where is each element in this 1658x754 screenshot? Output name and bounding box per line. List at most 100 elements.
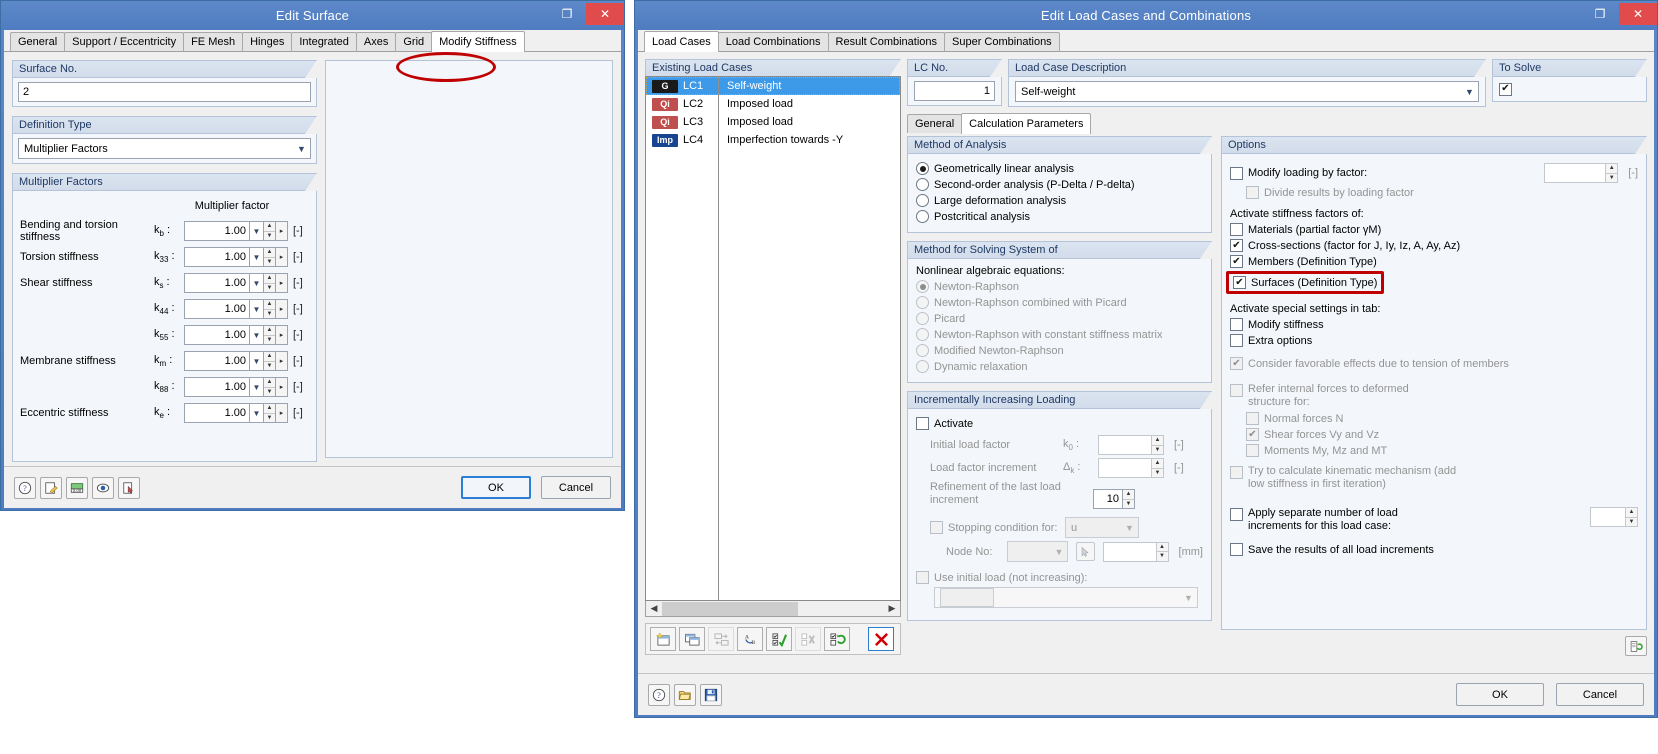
subtab-general[interactable]: General xyxy=(907,114,963,133)
mf-spin-ke[interactable]: 1.00 ▼ ▲ ▼ ▸ xyxy=(184,403,288,423)
mf-spin-ks[interactable]: 1.00 ▼ ▲ ▼ ▸ xyxy=(184,273,288,293)
close-icon[interactable]: ✕ xyxy=(586,3,624,25)
tab-axes[interactable]: Axes xyxy=(355,32,397,51)
list-item[interactable]: G LC1 Self-weight xyxy=(646,77,900,95)
list-item[interactable]: Qi LC3 Imposed load xyxy=(646,113,900,131)
tab-modify-stiffness[interactable]: Modify Stiffness xyxy=(431,31,525,52)
restore-button[interactable]: ❐ xyxy=(1581,3,1619,25)
definition-type-select[interactable]: Multiplier Factors ▼ xyxy=(18,138,311,159)
mf-value-k44[interactable]: 1.00 xyxy=(184,299,250,319)
stepper-k33[interactable]: ▲ ▼ xyxy=(264,247,276,267)
restore-button[interactable]: ❐ xyxy=(548,3,586,25)
scroll-thumb[interactable] xyxy=(662,601,798,616)
delete-icon[interactable] xyxy=(868,627,894,651)
modify-stiffness-checkbox[interactable] xyxy=(1230,318,1243,331)
ok-button[interactable]: OK xyxy=(1456,683,1544,706)
stiffness-members-row[interactable]: Members (Definition Type) xyxy=(1230,255,1638,268)
mf-value-ks[interactable]: 1.00 xyxy=(184,273,250,293)
radio-large-deformation[interactable]: Large deformation analysis xyxy=(916,194,1203,207)
units-icon[interactable]: 0.00 xyxy=(66,476,88,499)
edit-load-cases-titlebar[interactable]: Edit Load Cases and Combinations ❐ ✕ xyxy=(635,1,1657,30)
scroll-track[interactable] xyxy=(662,601,884,616)
more-ks[interactable]: ▸ xyxy=(276,273,288,293)
mf-value-kb[interactable]: 1.00 xyxy=(184,221,250,241)
stepper-kb[interactable]: ▲ ▼ xyxy=(264,221,276,241)
tab-integrated[interactable]: Integrated xyxy=(291,32,357,51)
tab-super-combinations[interactable]: Super Combinations xyxy=(944,32,1060,51)
more-km[interactable]: ▸ xyxy=(276,351,288,371)
refinement-input[interactable]: 10 xyxy=(1093,489,1123,509)
edit-icon[interactable] xyxy=(40,476,62,499)
more-k55[interactable]: ▸ xyxy=(276,325,288,345)
save-results-row[interactable]: Save the results of all load increments xyxy=(1230,543,1638,556)
modify-loading-checkbox[interactable] xyxy=(1230,166,1243,180)
close-icon[interactable]: ✕ xyxy=(1619,3,1657,25)
mf-value-k55[interactable]: 1.00 xyxy=(184,325,250,345)
select-all-icon[interactable] xyxy=(766,627,792,651)
lc-no-input[interactable]: 1 xyxy=(914,81,995,101)
rename-icon[interactable]: AB xyxy=(737,627,763,651)
radio-postcritical[interactable]: Postcritical analysis xyxy=(916,210,1203,223)
tab-fe-mesh[interactable]: FE Mesh xyxy=(183,32,244,51)
stepper-ks[interactable]: ▲ ▼ xyxy=(264,273,276,293)
stepper-k44[interactable]: ▲ ▼ xyxy=(264,299,276,319)
tab-hinges[interactable]: Hinges xyxy=(242,32,293,51)
scroll-right-icon[interactable]: ▶ xyxy=(884,603,900,614)
cancel-button[interactable]: Cancel xyxy=(541,476,611,499)
mf-spin-k55[interactable]: 1.00 ▼ ▲ ▼ ▸ xyxy=(184,325,288,345)
mf-spin-km[interactable]: 1.00 ▼ ▲ ▼ ▸ xyxy=(184,351,288,371)
modify-stiffness-row[interactable]: Modify stiffness xyxy=(1230,318,1638,331)
pick-icon[interactable] xyxy=(118,476,140,499)
stepper-ke[interactable]: ▲ ▼ xyxy=(264,403,276,423)
tab-support-eccentricity[interactable]: Support / Eccentricity xyxy=(64,32,185,51)
activate-checkbox[interactable] xyxy=(916,417,929,430)
stepper-k88[interactable]: ▲ ▼ xyxy=(264,377,276,397)
more-ke[interactable]: ▸ xyxy=(276,403,288,423)
chevron-down-icon[interactable]: ▼ xyxy=(250,351,264,371)
members-checkbox[interactable] xyxy=(1230,255,1243,268)
more-k88[interactable]: ▸ xyxy=(276,377,288,397)
ok-button[interactable]: OK xyxy=(461,476,531,499)
save-results-checkbox[interactable] xyxy=(1230,543,1243,556)
open-icon[interactable] xyxy=(674,683,696,706)
load-cases-list[interactable]: G LC1 Self-weight Qi LC2 Imposed load Qi… xyxy=(645,76,901,601)
copy-load-case-icon[interactable] xyxy=(679,627,705,651)
stiffness-surfaces-row[interactable]: Surfaces (Definition Type) xyxy=(1226,271,1638,294)
refinement-stepper[interactable]: ▲ ▼ xyxy=(1123,489,1135,509)
load-case-description-select[interactable]: Self-weight ▼ xyxy=(1015,81,1479,102)
surface-no-input[interactable]: 2 xyxy=(18,82,311,102)
radio-geometrically-linear[interactable]: Geometrically linear analysis xyxy=(916,162,1203,175)
materials-checkbox[interactable] xyxy=(1230,223,1243,236)
tab-load-cases[interactable]: Load Cases xyxy=(644,31,719,52)
save-icon[interactable] xyxy=(700,683,722,706)
new-load-case-icon[interactable] xyxy=(650,627,676,651)
mf-spin-k33[interactable]: 1.00 ▼ ▲ ▼ ▸ xyxy=(184,247,288,267)
chevron-down-icon[interactable]: ▼ xyxy=(250,403,264,423)
more-kb[interactable]: ▸ xyxy=(276,221,288,241)
mf-value-km[interactable]: 1.00 xyxy=(184,351,250,371)
apply-separate-checkbox[interactable] xyxy=(1230,508,1243,521)
extra-options-checkbox[interactable] xyxy=(1230,334,1243,347)
mf-spin-kb[interactable]: 1.00 ▼ ▲ ▼ ▸ xyxy=(184,221,288,241)
chevron-down-icon[interactable]: ▼ xyxy=(250,273,264,293)
chevron-down-icon[interactable]: ▼ xyxy=(250,247,264,267)
load-cases-hscrollbar[interactable]: ◀ ▶ xyxy=(645,601,901,617)
cancel-button[interactable]: Cancel xyxy=(1556,683,1644,706)
tab-general[interactable]: General xyxy=(10,32,66,51)
chevron-down-icon[interactable]: ▼ xyxy=(250,325,264,345)
apply-separate-row[interactable]: Apply separate number of load increments… xyxy=(1230,507,1638,533)
help-icon[interactable]: ? xyxy=(14,476,36,499)
radio-second-order[interactable]: Second-order analysis (P-Delta / P-delta… xyxy=(916,178,1203,191)
list-item[interactable]: Qi LC2 Imposed load xyxy=(646,95,900,113)
mf-value-k88[interactable]: 1.00 xyxy=(184,377,250,397)
help-icon[interactable]: ? xyxy=(648,683,670,706)
mf-value-ke[interactable]: 1.00 xyxy=(184,403,250,423)
edit-surface-titlebar[interactable]: Edit Surface ❐ ✕ xyxy=(1,1,624,30)
mf-value-k33[interactable]: 1.00 xyxy=(184,247,250,267)
refinement-spin[interactable]: 10 ▲ ▼ xyxy=(1093,489,1135,509)
activate-incremental-row[interactable]: Activate xyxy=(916,417,1203,430)
more-k44[interactable]: ▸ xyxy=(276,299,288,319)
settings-icon[interactable] xyxy=(1625,636,1647,656)
more-k33[interactable]: ▸ xyxy=(276,247,288,267)
mf-spin-k44[interactable]: 1.00 ▼ ▲ ▼ ▸ xyxy=(184,299,288,319)
